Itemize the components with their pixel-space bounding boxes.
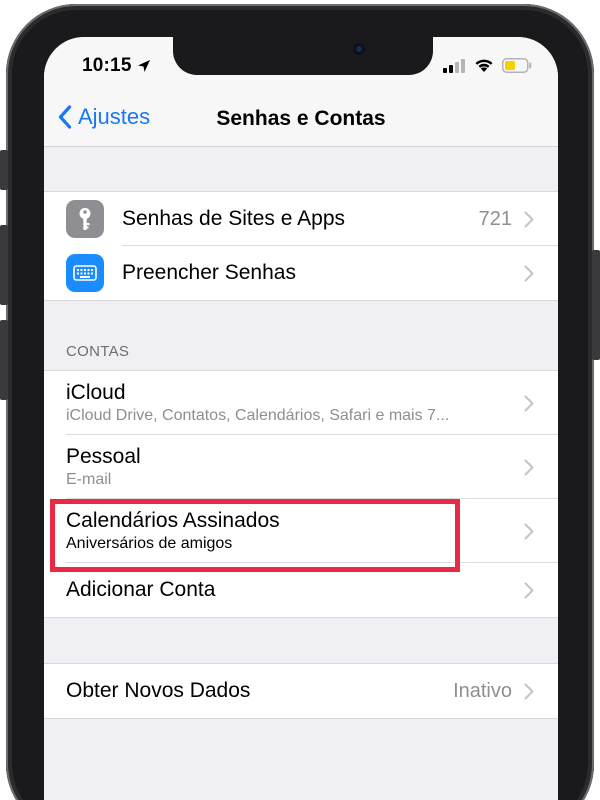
row-website-app-passwords[interactable]: Senhas de Sites e Apps 721 (44, 192, 558, 246)
chevron-right-icon (524, 395, 534, 411)
front-camera (353, 43, 365, 55)
row-subtitle: E-mail (66, 471, 112, 488)
row-personal[interactable]: Pessoal E-mail (44, 435, 558, 499)
key-icon (66, 200, 104, 238)
page-title: Senhas e Contas (216, 107, 386, 130)
fetch-group: Obter Novos Dados Inativo (44, 663, 558, 719)
notch (173, 37, 433, 75)
password-count: 721 (478, 207, 512, 230)
screen: 10:15 Ajustes Senhas e Contas Senhas de … (44, 37, 558, 800)
wifi-icon (475, 59, 493, 72)
battery-icon (502, 58, 532, 73)
chevron-right-icon (524, 523, 534, 539)
volume-up-button (0, 225, 8, 305)
fetch-status: Inativo (453, 679, 512, 702)
row-title: iCloud (66, 381, 126, 404)
row-label: Obter Novos Dados (66, 679, 251, 702)
row-label: Senhas de Sites e Apps (122, 207, 345, 230)
row-subtitle: Aniversários de amigos (66, 535, 233, 552)
volume-down-button (0, 320, 8, 400)
row-title: Pessoal (66, 445, 141, 468)
passwords-group: Senhas de Sites e Apps 721 Preencher Sen… (44, 191, 558, 301)
navigation-bar: Ajustes Senhas e Contas (44, 85, 558, 147)
section-header-accounts: CONTAS (66, 343, 130, 360)
chevron-right-icon (524, 265, 534, 281)
row-label: Preencher Senhas (122, 261, 296, 284)
row-subtitle: iCloud Drive, Contatos, Calendários, Saf… (66, 407, 450, 424)
power-button (592, 250, 600, 360)
location-arrow-icon (138, 60, 150, 72)
chevron-right-icon (524, 459, 534, 475)
ring-switch (0, 150, 8, 190)
keyboard-icon (66, 254, 104, 292)
chevron-right-icon (524, 683, 534, 699)
row-text: Pessoal E-mail (66, 444, 141, 490)
row-add-account[interactable]: Adicionar Conta (44, 563, 558, 617)
row-label: Adicionar Conta (66, 578, 216, 601)
accounts-group: iCloud iCloud Drive, Contatos, Calendári… (44, 370, 558, 618)
cellular-signal-icon (443, 59, 465, 73)
row-text: Calendários Assinados Aniversários de am… (66, 508, 280, 554)
row-autofill-passwords[interactable]: Preencher Senhas (44, 246, 558, 300)
status-time: 10:15 (82, 55, 132, 76)
row-fetch-new-data[interactable]: Obter Novos Dados Inativo (44, 664, 558, 718)
chevron-right-icon (524, 582, 534, 598)
row-text: iCloud iCloud Drive, Contatos, Calendári… (66, 380, 449, 426)
row-icloud[interactable]: iCloud iCloud Drive, Contatos, Calendári… (44, 371, 558, 435)
row-title: Calendários Assinados (66, 509, 280, 532)
row-subscribed-calendars[interactable]: Calendários Assinados Aniversários de am… (44, 499, 558, 563)
chevron-right-icon (524, 211, 534, 227)
